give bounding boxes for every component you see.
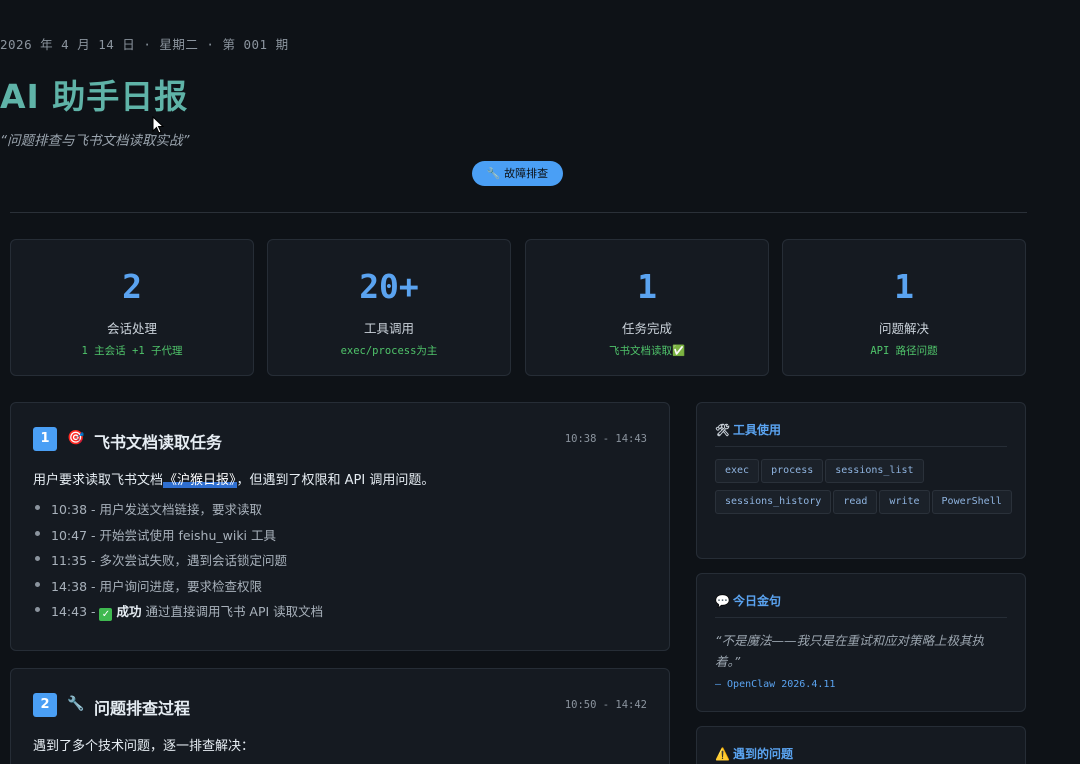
panel-title: 遇到的问题 — [733, 747, 794, 761]
stat-label: 工具调用 — [363, 321, 414, 336]
issues-panel: ⚠️ 遇到的问题 — [696, 726, 1026, 764]
session-description: 用户要求读取飞书文档《沪猴日报》，但遇到了权限和 API 调用问题。 — [33, 469, 434, 488]
stat-value: 1 — [894, 267, 914, 306]
panel-divider — [715, 446, 1007, 447]
description-text: ，但遇到了权限和 API 调用问题。 — [236, 473, 435, 488]
panel-header: 🛠 工具使用 — [715, 421, 781, 438]
list-item: 11:35 - 多次尝试失败，遇到会话锁定问题 — [33, 550, 323, 576]
description-text: 用户要求读取飞书文档 — [33, 473, 164, 488]
tools-icon: 🛠 — [715, 423, 731, 437]
session-time: 10:38 - 14:43 — [564, 433, 647, 445]
stat-value: 20+ — [359, 267, 419, 306]
tool-chip[interactable]: sessions_history — [715, 490, 832, 514]
stat-card-tasks: 1 任务完成 飞书文档读取✅ — [525, 239, 769, 376]
tools-panel: 🛠 工具使用 exec process sessions_list sessions_h… — [696, 402, 1026, 559]
list-item: 10:38 - 用户发送文档链接，要求读取 — [33, 499, 323, 525]
stat-sub: exec/process为主 — [340, 345, 438, 357]
session-title: 飞书文档读取任务 — [94, 433, 223, 452]
wrench-icon: 🔧 — [67, 696, 85, 712]
panel-title: 工具使用 — [733, 423, 782, 437]
page-title: AI 助手日报 — [0, 77, 189, 116]
panel-divider — [715, 617, 1007, 618]
stat-value: 2 — [122, 267, 142, 306]
mouse-cursor-icon — [152, 116, 165, 134]
tool-chip[interactable]: sessions_list — [825, 459, 924, 483]
category-tag[interactable]: 🔧 故障排查 — [472, 161, 563, 186]
panel-header: 💬 今日金句 — [715, 592, 781, 609]
stat-card-sessions: 2 会话处理 1 主会话 +1 子代理 — [10, 239, 254, 376]
tool-chip[interactable]: PowerShell — [931, 490, 1012, 514]
stat-sub: 1 主会话 +1 子代理 — [81, 345, 183, 357]
tool-chip[interactable]: process — [761, 459, 824, 483]
stat-label: 问题解决 — [878, 321, 929, 336]
stat-value: 1 — [637, 267, 657, 306]
tool-chip[interactable]: write — [879, 490, 930, 514]
session-time: 10:50 - 14:42 — [564, 699, 647, 711]
list-item: 10:47 - 开始尝试使用 feishu_wiki 工具 — [33, 525, 323, 551]
quote-text: “不是魔法——我只是在重试和应对策略上极其执着。” — [715, 633, 984, 669]
stat-card-issues: 1 问题解决 API 路径问题 — [782, 239, 1026, 376]
quote-source: — OpenClaw 2026.4.11 — [715, 679, 836, 690]
stat-sub: API 路径问题 — [870, 345, 938, 357]
event-list: 10:38 - 用户发送文档链接，要求读取 10:47 - 开始尝试使用 fei… — [33, 499, 323, 627]
stat-label: 任务完成 — [621, 321, 672, 336]
check-icon: ✓ — [99, 608, 113, 621]
document-link[interactable]: 《沪猴日报》 — [163, 473, 237, 488]
session-title: 问题排查过程 — [94, 699, 191, 718]
tool-chip[interactable]: read — [833, 490, 878, 514]
report-date: 2026 年 4 月 14 日 · 星期二 · 第 001 期 — [0, 37, 289, 52]
speech-bubble-icon: 💬 — [715, 594, 730, 608]
stat-label: 会话处理 — [106, 321, 157, 336]
session-index-badge: 1 — [33, 427, 57, 451]
success-label: 成功 — [116, 604, 142, 619]
session-description: 遇到了多个技术问题，逐一排查解决： — [33, 739, 255, 754]
stat-card-tools: 20+ 工具调用 exec/process为主 — [267, 239, 511, 376]
session-card-2: 2 🔧 问题排查过程 10:50 - 14:42 遇到了多个技术问题，逐一排查解… — [10, 668, 670, 764]
session-index-badge: 2 — [33, 693, 57, 717]
header-divider — [10, 212, 1027, 213]
tool-chip-list: exec process sessions_list sessions_history… — [715, 458, 1015, 520]
list-item: 14:43 - ✓ 成功 通过直接调用飞书 API 读取文档 — [33, 601, 323, 627]
panel-header: ⚠️ 遇到的问题 — [715, 745, 793, 762]
event-time: 14:43 - — [51, 604, 100, 619]
session-card-1: 1 🎯 飞书文档读取任务 10:38 - 14:43 用户要求读取飞书文档《沪猴… — [10, 402, 670, 651]
event-text: 通过直接调用飞书 API 读取文档 — [141, 604, 324, 619]
warning-icon: ⚠️ — [715, 747, 730, 761]
panel-title: 今日金句 — [733, 594, 782, 608]
stat-sub: 飞书文档读取✅ — [608, 345, 686, 357]
tool-chip[interactable]: exec — [715, 459, 760, 483]
target-icon: 🎯 — [67, 430, 85, 446]
quote-panel: 💬 今日金句 “不是魔法——我只是在重试和应对策略上极其执着。” — OpenCl… — [696, 573, 1026, 712]
list-item: 14:38 - 用户询问进度，要求检查权限 — [33, 576, 323, 602]
